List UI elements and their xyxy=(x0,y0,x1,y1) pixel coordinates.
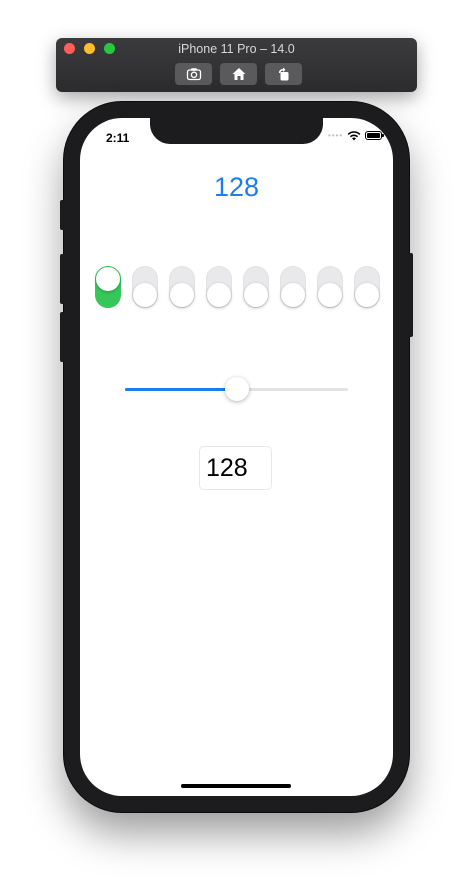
screenshot-button[interactable] xyxy=(175,63,212,85)
toggle-knob xyxy=(133,283,157,307)
battery-icon xyxy=(365,131,385,140)
bit-toggle-4[interactable] xyxy=(243,266,269,308)
volume-up-button xyxy=(60,254,65,304)
status-time: 2:11 xyxy=(106,131,130,145)
simulator-title: iPhone 11 Pro – 14.0 xyxy=(178,42,295,56)
toggle-knob xyxy=(244,283,268,307)
notch xyxy=(150,118,323,144)
home-button[interactable] xyxy=(220,63,257,85)
rotate-button[interactable] xyxy=(265,63,302,85)
toggle-knob xyxy=(318,283,342,307)
number-input[interactable] xyxy=(199,446,272,490)
bit-toggle-5[interactable] xyxy=(280,266,306,308)
bit-toggle-6[interactable] xyxy=(317,266,343,308)
toggle-knob xyxy=(207,283,231,307)
bit-toggle-1[interactable] xyxy=(132,266,158,308)
device-screen: 2:11 •••• 128 xyxy=(80,118,393,796)
volume-down-button xyxy=(60,312,65,362)
slider-thumb[interactable] xyxy=(224,377,249,401)
screenshot-icon xyxy=(186,68,201,81)
toggle-knob xyxy=(355,283,379,307)
bit-toggle-0[interactable] xyxy=(95,266,121,308)
simulator-title-bar: iPhone 11 Pro – 14.0 xyxy=(56,38,417,92)
toggle-knob xyxy=(281,283,305,307)
rotate-icon xyxy=(278,67,288,81)
wifi-icon xyxy=(347,131,361,141)
bit-toggles xyxy=(95,266,382,308)
value-slider[interactable] xyxy=(125,376,348,402)
slider-fill xyxy=(125,388,237,391)
toggle-knob xyxy=(170,283,194,307)
home-indicator xyxy=(181,784,291,788)
toggle-knob xyxy=(96,267,120,291)
bit-toggle-3[interactable] xyxy=(206,266,232,308)
mute-switch xyxy=(60,200,65,230)
cellular-signal-icon: •••• xyxy=(328,131,344,140)
bit-toggle-7[interactable] xyxy=(354,266,380,308)
status-indicators: •••• xyxy=(328,130,385,141)
home-icon xyxy=(232,68,245,80)
value-label: 128 xyxy=(213,172,260,202)
bit-toggle-2[interactable] xyxy=(169,266,195,308)
side-power-button xyxy=(408,253,413,337)
